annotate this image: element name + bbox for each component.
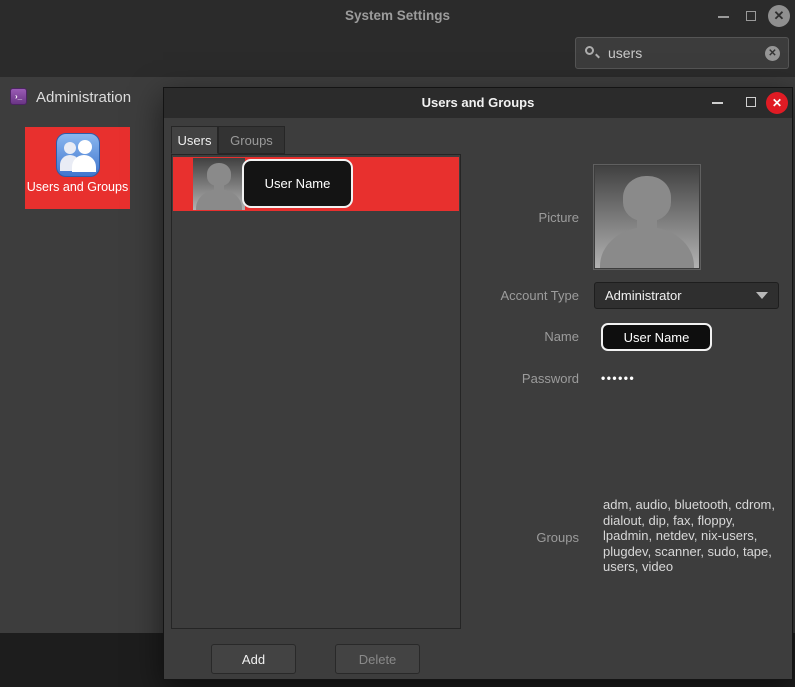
password-label: Password bbox=[424, 371, 579, 386]
maximize-button[interactable] bbox=[742, 7, 760, 25]
avatar-image bbox=[595, 166, 699, 268]
tab-groups[interactable]: Groups bbox=[218, 126, 285, 154]
user-list-row[interactable]: User Name bbox=[173, 157, 459, 211]
users-groups-icon bbox=[56, 133, 100, 177]
minimize-icon bbox=[718, 16, 729, 18]
sidebar-item-users-and-groups[interactable]: Users and Groups bbox=[25, 127, 130, 209]
delete-button[interactable]: Delete bbox=[335, 644, 420, 674]
search-icon bbox=[584, 45, 600, 61]
users-and-groups-dialog: Users and Groups ✕ Users Groups User Nam… bbox=[163, 87, 793, 680]
picture-label: Picture bbox=[424, 210, 579, 225]
sidebar-section-administration: Administration bbox=[36, 89, 131, 106]
name-label: Name bbox=[424, 329, 579, 344]
dialog-title: Users and Groups bbox=[164, 95, 792, 110]
account-type-label: Account Type bbox=[424, 288, 579, 303]
administration-icon: ›_ bbox=[10, 88, 27, 105]
dialog-maximize-button[interactable] bbox=[742, 93, 760, 111]
groups-button[interactable]: adm, audio, bluetooth, cdrom, dialout, d… bbox=[603, 497, 775, 575]
name-button[interactable]: User Name bbox=[601, 323, 712, 351]
user-avatar[interactable] bbox=[193, 158, 245, 210]
minimize-icon bbox=[712, 102, 723, 104]
add-button[interactable]: Add bbox=[211, 644, 296, 674]
minimize-button[interactable] bbox=[714, 8, 732, 26]
maximize-icon bbox=[746, 11, 756, 21]
picture-button[interactable] bbox=[593, 164, 701, 270]
clear-search-icon[interactable]: ✕ bbox=[765, 46, 780, 61]
close-button[interactable]: ✕ bbox=[768, 5, 790, 27]
account-type-value: Administrator bbox=[605, 288, 756, 303]
system-settings-header: System Settings ✕ users ✕ bbox=[0, 0, 795, 77]
user-list: User Name bbox=[171, 154, 461, 629]
close-icon: ✕ bbox=[768, 5, 790, 27]
chevron-down-icon bbox=[756, 292, 768, 299]
dialog-minimize-button[interactable] bbox=[708, 94, 726, 112]
dialog-titlebar: Users and Groups ✕ bbox=[164, 88, 792, 118]
maximize-icon bbox=[746, 97, 756, 107]
close-icon: ✕ bbox=[766, 92, 788, 114]
password-button[interactable]: •••••• bbox=[601, 371, 635, 385]
groups-label: Groups bbox=[424, 530, 579, 545]
dialog-close-button[interactable]: ✕ bbox=[766, 92, 788, 114]
tab-users[interactable]: Users bbox=[171, 126, 218, 154]
window-title: System Settings bbox=[0, 8, 795, 23]
account-type-select[interactable]: Administrator bbox=[594, 282, 779, 309]
search-input[interactable]: users ✕ bbox=[575, 37, 789, 69]
user-name-inline-edit[interactable]: User Name bbox=[242, 159, 353, 208]
search-value: users bbox=[608, 45, 765, 61]
sidebar-item-label: Users and Groups bbox=[25, 180, 130, 194]
